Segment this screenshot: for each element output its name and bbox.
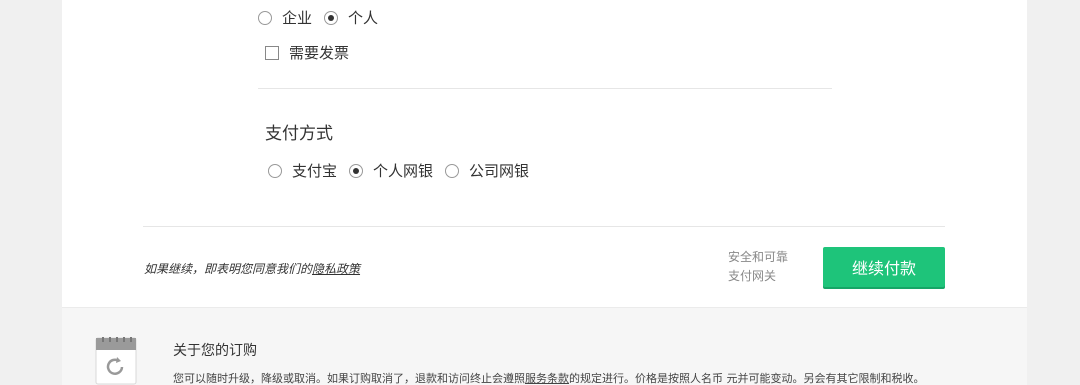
radio-company[interactable] — [258, 10, 272, 25]
invoice-checkbox[interactable] — [265, 45, 279, 60]
radio-personal-bank[interactable] — [349, 163, 364, 178]
invoice-row[interactable]: 需要发票 — [265, 42, 349, 63]
radio-label-alipay: 支付宝 — [292, 162, 338, 180]
continue-payment-button[interactable]: 继续付款 — [823, 247, 945, 287]
radio-label-company: 企业 — [282, 9, 313, 27]
radio-personal[interactable] — [324, 10, 339, 25]
radio-option-company[interactable]: 企业 — [258, 7, 312, 28]
footer-divider — [143, 226, 945, 227]
radio-option-company-bank[interactable]: 公司网银 — [445, 160, 529, 181]
invoice-label: 需要发票 — [289, 44, 350, 62]
buyer-type-group: 企业 个人 — [258, 7, 390, 28]
secure-gateway-note: 安全和可靠 支付网关 — [728, 248, 788, 286]
radio-label-personal-bank: 个人网银 — [373, 162, 434, 180]
radio-option-personal-bank[interactable]: 个人网银 — [349, 160, 433, 181]
privacy-policy-link[interactable]: 隐私政策 — [312, 262, 360, 276]
agreement-prefix: 如果继续，即表明您同意我们的 — [144, 262, 313, 276]
about-text-part2: 的规定进行。价格是按照人名币 元并可能变动。另会有其它限制和税收。 — [569, 372, 925, 385]
payment-method-group: 支付宝 个人网银 公司网银 — [268, 160, 541, 181]
section-divider — [258, 88, 832, 89]
calendar-refresh-icon — [95, 337, 137, 385]
radio-label-personal: 个人 — [348, 9, 379, 27]
about-subscription-text: 您可以随时升级，降级或取消。如果订购取消了，退款和访问终止会遵照服务条款的规定进… — [173, 370, 925, 385]
agreement-text: 如果继续，即表明您同意我们的隐私政策 — [144, 260, 360, 277]
radio-label-company-bank: 公司网银 — [469, 162, 530, 180]
secure-gateway-line2: 支付网关 — [728, 269, 777, 283]
payment-method-title: 支付方式 — [265, 124, 333, 144]
radio-option-personal[interactable]: 个人 — [324, 7, 378, 28]
about-text-part1: 您可以随时升级，降级或取消。如果订购取消了，退款和访问终止会遵照 — [173, 372, 525, 385]
secure-gateway-line1: 安全和可靠 — [728, 250, 789, 264]
radio-option-alipay[interactable]: 支付宝 — [268, 160, 337, 181]
terms-of-service-link[interactable]: 服务条款 — [525, 372, 569, 385]
radio-company-bank[interactable] — [445, 163, 460, 178]
radio-alipay[interactable] — [268, 163, 282, 178]
about-subscription-title: 关于您的订购 — [173, 343, 257, 359]
